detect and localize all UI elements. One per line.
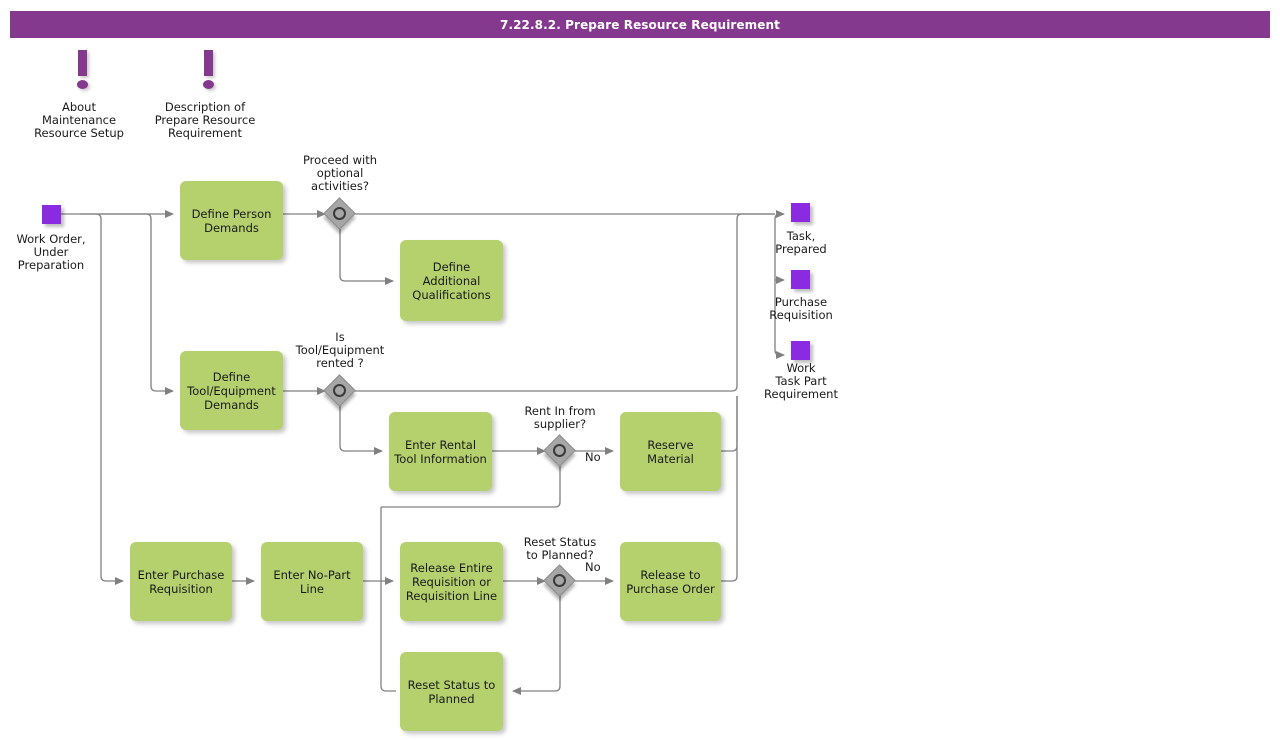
end-event-label-work-task-part-requirement: Work Task Part Requirement xyxy=(764,361,838,401)
note-label-about-maintenance-resource-setup: About Maintenance Resource Setup xyxy=(34,100,124,140)
gateway-label-rent-in-from-supplier: Rent In from supplier? xyxy=(524,404,596,431)
flow-gw2-to-rental-tool xyxy=(339,406,383,455)
task-define-additional-qualifications[interactable]: Define Additional Qualifications xyxy=(400,240,503,321)
start-event-label-work-order-under-preparation: Work Order, Under Preparation xyxy=(16,232,86,272)
flow-bottom-feeder-rail xyxy=(380,507,396,692)
gateway-ring-icon xyxy=(333,384,346,397)
gateway-is-tool-equipment-rented[interactable] xyxy=(323,374,356,407)
note-label-description-prepare-resource-requirement: Description of Prepare Resource Requirem… xyxy=(154,100,256,140)
flow-gw1-to-additional-qual xyxy=(339,229,394,285)
edge-label-reset-status-no: No xyxy=(585,560,601,574)
diagram-canvas: 7.22.8.2. Prepare Resource Requirement A… xyxy=(0,0,1280,740)
end-event-task-prepared[interactable] xyxy=(791,203,810,222)
task-define-tool-equipment-demands[interactable]: Define Tool/Equipment Demands xyxy=(180,351,283,430)
gateway-reset-status-to-planned[interactable] xyxy=(543,564,576,597)
gateway-rent-in-from-supplier[interactable] xyxy=(543,434,576,467)
task-enter-purchase-requisition[interactable]: Enter Purchase Requisition xyxy=(130,542,232,621)
end-event-work-task-part-requirement[interactable] xyxy=(791,341,810,360)
flow-gw4-to-reset-status xyxy=(512,596,561,695)
gateway-ring-icon xyxy=(333,207,346,220)
task-reserve-material[interactable]: Reserve Material xyxy=(620,412,721,491)
gateway-proceed-optional-activities[interactable] xyxy=(323,197,356,230)
task-enter-rental-tool-information[interactable]: Enter Rental Tool Information xyxy=(389,412,492,491)
task-reset-status-to-planned[interactable]: Reset Status to Planned xyxy=(400,652,503,731)
start-event-work-order-under-preparation[interactable] xyxy=(42,205,61,224)
flow-rail-to-task-prepared xyxy=(774,210,785,220)
gateway-ring-icon xyxy=(553,574,566,587)
flow-release-po-to-rail xyxy=(721,396,738,582)
note-about-maintenance-resource-setup[interactable] xyxy=(70,50,96,90)
task-define-person-demands[interactable]: Define Person Demands xyxy=(180,181,283,260)
end-event-label-purchase-requisition: Purchase Requisition xyxy=(769,295,833,322)
exclamation-icon xyxy=(78,50,87,76)
end-event-purchase-requisition[interactable] xyxy=(791,270,810,289)
end-event-label-task-prepared: Task, Prepared xyxy=(775,229,827,256)
gateway-label-is-tool-equipment-rented: Is Tool/Equipment rented ? xyxy=(295,330,385,370)
edge-label-rent-in-no: No xyxy=(585,450,601,464)
flow-reserve-to-rail xyxy=(721,396,738,452)
note-description-prepare-resource-requirement[interactable] xyxy=(196,50,222,90)
task-release-entire-requisition-or-requisition-line[interactable]: Release Entire Requisition or Requisitio… xyxy=(400,542,503,621)
exclamation-dot-icon xyxy=(77,80,88,89)
gateway-ring-icon xyxy=(553,444,566,457)
flow-start-to-tool-demands xyxy=(100,213,174,395)
gateway-label-reset-status-to-planned: Reset Status to Planned? xyxy=(523,535,597,562)
task-release-to-purchase-order[interactable]: Release to Purchase Order xyxy=(620,542,721,621)
task-enter-no-part-line[interactable]: Enter No-Part Line xyxy=(261,542,363,621)
exclamation-icon xyxy=(204,50,213,76)
gateway-label-proceed-optional-activities: Proceed with optional activities? xyxy=(302,153,378,193)
exclamation-dot-icon xyxy=(203,80,214,89)
